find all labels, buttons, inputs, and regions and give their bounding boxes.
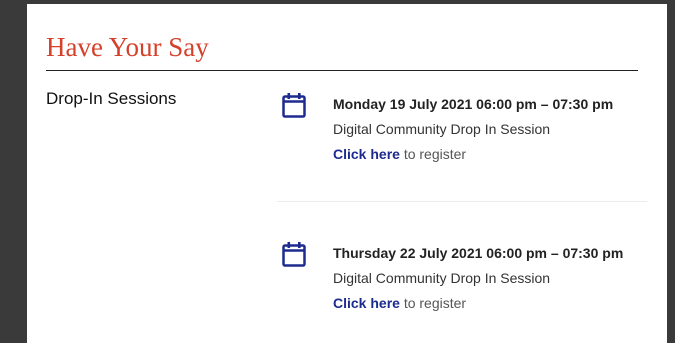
event-date: Monday 19 July 2021 06:00 pm – 07:30 pm <box>333 96 614 112</box>
calendar-icon <box>282 242 306 267</box>
register-link[interactable]: Click here <box>333 146 400 162</box>
event-title: Digital Community Drop In Session <box>333 270 551 286</box>
event-title: Digital Community Drop In Session <box>333 121 551 137</box>
event-register: Click here to register <box>333 146 613 162</box>
calendar-icon <box>282 93 306 118</box>
page-heading: Have Your Say <box>46 32 209 62</box>
event-divider <box>277 201 647 202</box>
event-details: Thursday 22 July 2021 06:00 pm – 07:30 p… <box>333 245 623 311</box>
event-date: Thursday 22 July 2021 06:00 pm – 07:30 p… <box>333 245 624 261</box>
register-link[interactable]: Click here <box>333 295 400 311</box>
heading-divider <box>46 70 638 71</box>
event-details: Monday 19 July 2021 06:00 pm – 07:30 pm … <box>333 96 613 162</box>
register-suffix: to register <box>399 295 467 311</box>
content-panel: Have Your Say Drop-In Sessions Monday 19… <box>27 4 667 343</box>
register-suffix: to register <box>399 146 467 162</box>
event-item: Monday 19 July 2021 06:00 pm – 07:30 pm … <box>277 88 647 188</box>
event-register: Click here to register <box>333 295 623 311</box>
event-item: Thursday 22 July 2021 06:00 pm – 07:30 p… <box>277 237 647 337</box>
section-label: Drop-In Sessions <box>46 89 177 108</box>
